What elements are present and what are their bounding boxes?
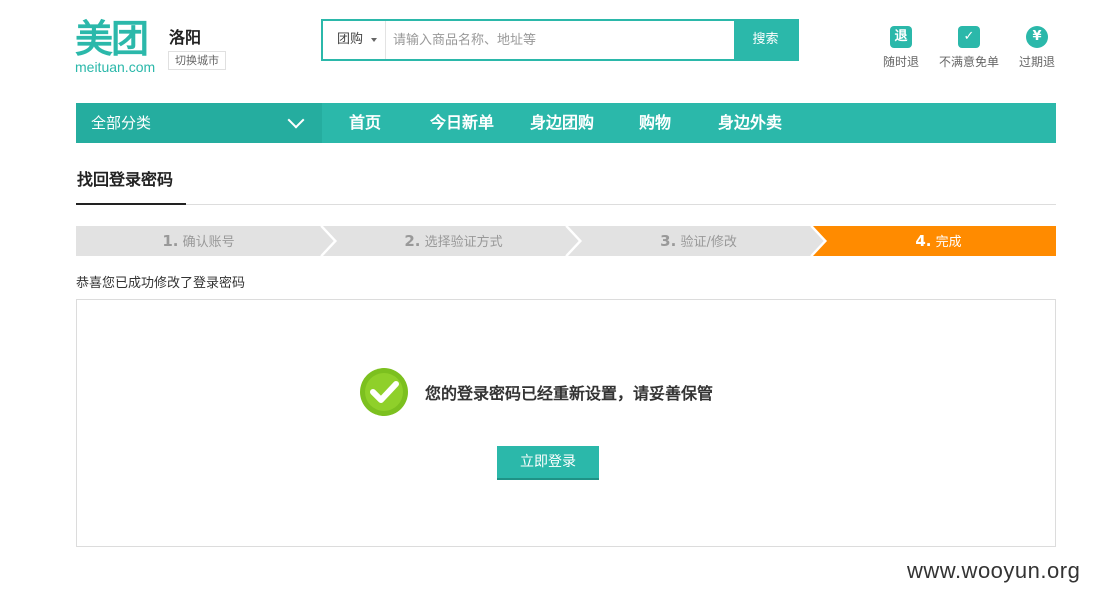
step-number: 4. [915,232,932,250]
search-button[interactable]: 搜索 [734,21,797,59]
step-2: 2. 选择验证方式 [331,226,576,256]
search-category-dropdown[interactable]: 团购 [323,21,386,59]
step-text: 验证/修改 [680,235,737,250]
promise-free-if-unsatisfied[interactable]: ✓ 不满意免单 [939,26,999,70]
yen-icon: ¥ [1026,26,1048,48]
step-4-current: 4. 完成 [821,226,1056,256]
progress-steps: 1. 确认账号 2. 选择验证方式 3. 验证/修改 4. 完成 [76,226,1056,256]
watermark-text: www.wooyun.org [907,558,1081,583]
step-number: 3. [660,232,677,250]
tab-divider [76,204,1056,205]
caret-down-icon [371,38,377,42]
nav-item-home[interactable]: 首页 [338,103,392,143]
nav-item-new-today[interactable]: 今日新单 [422,103,502,143]
step-1: 1. 确认账号 [76,226,321,256]
promise-anytime-refund[interactable]: 退 随时退 [871,26,931,70]
step-text: 确认账号 [182,235,235,250]
result-panel: 您的登录密码已经重新设置，请妥善保管 立即登录 [76,299,1056,547]
congrats-text: 恭喜您已成功修改了登录密码 [76,276,246,291]
step-text: 完成 [935,235,962,250]
success-message: 您的登录密码已经重新设置，请妥善保管 [425,384,714,403]
tab-active-underline [76,203,186,205]
step-number: 1. [162,232,179,250]
promise-label: 随时退 [882,55,919,69]
login-now-button[interactable]: 立即登录 [497,446,599,480]
logo-subtext: meituan.com [75,59,156,75]
nav-item-delivery[interactable]: 身边外卖 [710,103,790,143]
all-categories-label: 全部分类 [91,114,152,132]
promise-expired-refund[interactable]: ¥ 过期退 [1007,26,1067,70]
refund-icon: 退 [890,26,912,48]
nav-item-nearby-deals[interactable]: 身边团购 [522,103,602,143]
search-bar: 团购 搜索 [321,19,799,61]
chevron-down-icon [287,111,305,129]
step-3: 3. 验证/修改 [576,226,821,256]
meituan-logo[interactable]: 美团 meituan.com [75,18,161,76]
page-title: 找回登录密码 [77,170,174,189]
switch-city-link[interactable]: 切换城市 [168,51,226,70]
search-category-label: 团购 [337,32,364,47]
promise-label: 不满意免单 [939,55,1000,69]
search-input[interactable] [387,21,735,59]
main-nav: 全部分类 首页 今日新单 身边团购 购物 身边外卖 [76,103,1056,143]
logo-text: 美团 [75,17,149,61]
nav-item-shopping[interactable]: 购物 [628,103,682,143]
current-city: 洛阳 [169,28,202,47]
promise-label: 过期退 [1018,55,1055,69]
check-badge-icon: ✓ [958,26,980,48]
step-text: 选择验证方式 [424,235,503,250]
step-number: 2. [404,232,421,250]
success-check-icon [360,368,408,416]
all-categories-menu[interactable]: 全部分类 [76,103,322,143]
